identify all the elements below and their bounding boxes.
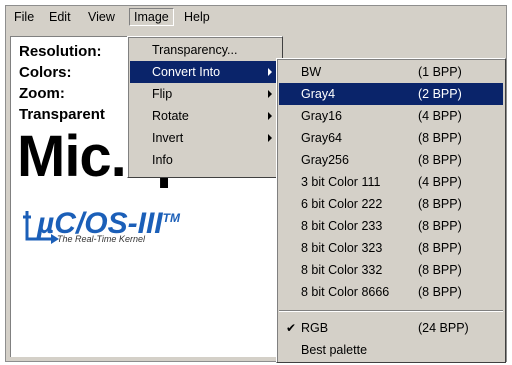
- menu-item-bpp: (1 BPP): [418, 65, 462, 79]
- menu-bar: File Edit View Image Help: [6, 6, 506, 28]
- menu-item-label: Gray64: [301, 131, 342, 145]
- menu-item-label: Flip: [152, 87, 173, 101]
- menu-separator: [279, 310, 503, 312]
- menu-item-label: Info: [152, 153, 173, 167]
- menu-item-gray64[interactable]: Gray64 (8 BPP): [279, 127, 503, 149]
- menu-item-bpp: (8 BPP): [418, 197, 462, 211]
- menu-item-label: 8 bit Color 8666: [301, 285, 390, 299]
- menu-item-color-222[interactable]: 6 bit Color 222 (8 BPP): [279, 193, 503, 215]
- logo-tm: TM: [162, 211, 180, 225]
- menu-item-bpp: (24 BPP): [418, 321, 469, 335]
- menu-help[interactable]: Help: [180, 9, 214, 25]
- menu-item-label: Convert Into: [152, 65, 221, 79]
- app-window: File Edit View Image Help Resolution: Co…: [5, 5, 507, 363]
- submenu-arrow-icon: [268, 112, 272, 120]
- menu-item-gray4[interactable]: Gray4 (2 BPP): [279, 83, 503, 105]
- menu-item-bpp: (8 BPP): [418, 263, 462, 277]
- menu-item-convert-into[interactable]: Convert Into: [130, 61, 280, 83]
- submenu-arrow-icon: [268, 90, 272, 98]
- menu-item-gray16[interactable]: Gray16 (4 BPP): [279, 105, 503, 127]
- ucos-logo: µC/OS-IIITM The Real-Time Kernel: [21, 201, 221, 257]
- checkmark-icon: ✔: [286, 321, 297, 335]
- menu-item-label: Transparency...: [152, 43, 238, 57]
- menu-item-color-8666[interactable]: 8 bit Color 8666 (8 BPP): [279, 281, 503, 303]
- menu-item-label: Best palette: [301, 343, 368, 357]
- menu-item-label: 8 bit Color 323: [301, 241, 383, 255]
- menu-item-bpp: (2 BPP): [418, 87, 462, 101]
- resolution-label: Resolution:: [19, 43, 102, 60]
- menu-item-color-323[interactable]: 8 bit Color 323 (8 BPP): [279, 237, 503, 259]
- menu-file[interactable]: File: [10, 9, 38, 25]
- menu-edit[interactable]: Edit: [45, 9, 75, 25]
- menu-item-label: Gray4: [301, 87, 336, 101]
- menu-item-color-111[interactable]: 3 bit Color 111 (4 BPP): [279, 171, 503, 193]
- menu-item-bpp: (4 BPP): [418, 109, 462, 123]
- menu-item-label: Gray256: [301, 153, 349, 167]
- menu-item-bpp: (8 BPP): [418, 285, 462, 299]
- menu-item-color-332[interactable]: 8 bit Color 332 (8 BPP): [279, 259, 503, 281]
- menu-item-label: BW: [301, 65, 322, 79]
- menu-item-gray256[interactable]: Gray256 (8 BPP): [279, 149, 503, 171]
- colors-label: Colors:: [19, 64, 72, 81]
- image-menu: Transparency... Convert Into Flip Rotate…: [127, 36, 283, 178]
- menu-item-rgb[interactable]: ✔ RGB (24 BPP): [279, 317, 503, 339]
- menu-image[interactable]: Image: [129, 8, 174, 26]
- menu-item-bpp: (8 BPP): [418, 241, 462, 255]
- menu-item-label: Rotate: [152, 109, 189, 123]
- menu-item-label: Invert: [152, 131, 184, 145]
- menu-item-bpp: (8 BPP): [418, 131, 462, 145]
- menu-item-info[interactable]: Info: [130, 149, 280, 171]
- menu-item-label: 8 bit Color 332: [301, 263, 383, 277]
- menu-item-bpp: (8 BPP): [418, 219, 462, 233]
- submenu-arrow-icon: [268, 68, 272, 76]
- menu-item-bpp: (8 BPP): [418, 153, 462, 167]
- menu-item-color-233[interactable]: 8 bit Color 233 (8 BPP): [279, 215, 503, 237]
- zoom-label: Zoom:: [19, 85, 65, 102]
- menu-item-bpp: (4 BPP): [418, 175, 462, 189]
- transparent-label: Transparent: [19, 106, 105, 123]
- menu-item-label: RGB: [301, 321, 329, 335]
- menu-item-label: Gray16: [301, 109, 342, 123]
- menu-item-label: 8 bit Color 233: [301, 219, 383, 233]
- menu-item-bw[interactable]: BW (1 BPP): [279, 61, 503, 83]
- menu-item-flip[interactable]: Flip: [130, 83, 280, 105]
- submenu-arrow-icon: [268, 134, 272, 142]
- menu-view[interactable]: View: [84, 9, 119, 25]
- menu-item-label: 3 bit Color 111: [301, 175, 381, 189]
- menu-item-best-palette[interactable]: Best palette: [279, 339, 503, 361]
- menu-item-label: 6 bit Color 222: [301, 197, 383, 211]
- convert-into-submenu: BW (1 BPP) Gray4 (2 BPP) Gray16 (4 BPP) …: [276, 58, 506, 363]
- menu-item-rotate[interactable]: Rotate: [130, 105, 280, 127]
- logo-tagline: The Real-Time Kernel: [57, 234, 145, 244]
- menu-item-transparency[interactable]: Transparency...: [130, 39, 280, 61]
- menu-item-invert[interactable]: Invert: [130, 127, 280, 149]
